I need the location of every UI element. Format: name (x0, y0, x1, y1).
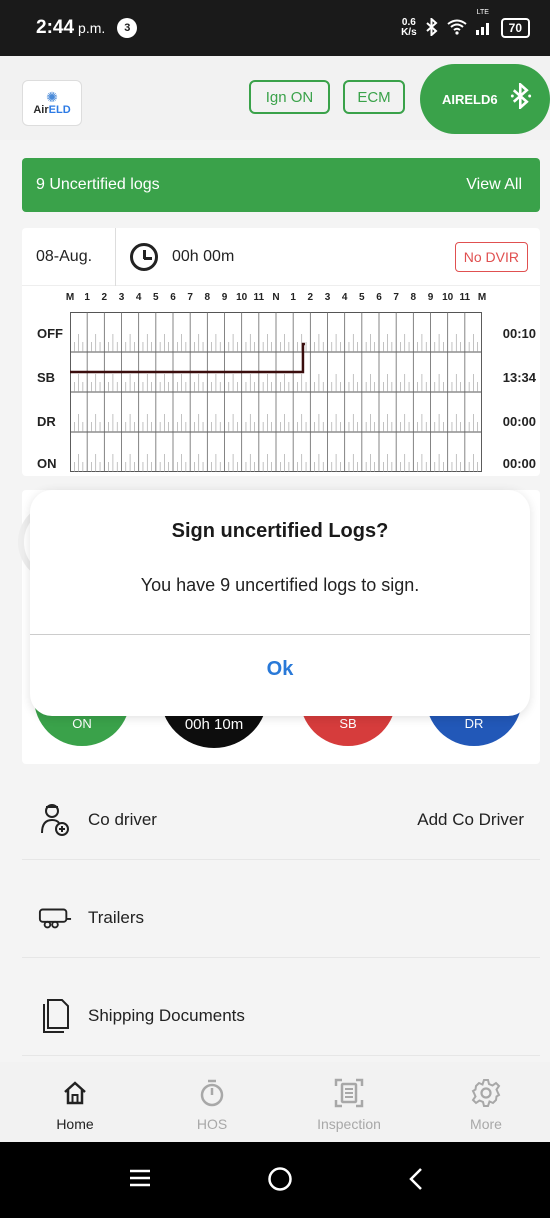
row-total-on: 00:00 (502, 456, 536, 471)
hour-label: 7 (187, 292, 193, 303)
hour-label: 4 (135, 292, 142, 303)
app-header: ✺ AirELD Ign ON ECM AIRELD6 (0, 56, 550, 140)
row-label-sb: SB (37, 370, 56, 385)
hour-label: 2 (307, 292, 314, 303)
eld-device-button[interactable]: AIRELD6 (420, 64, 550, 134)
uncertified-logs-text: 9 Uncertified logs (36, 176, 160, 193)
hour-label: 6 (170, 292, 176, 303)
dialog-ok-button[interactable]: Ok (30, 658, 530, 681)
hour-label: 3 (324, 292, 331, 303)
hour-label: 11 (253, 292, 265, 303)
net-speed: 0.6 K/s (401, 17, 417, 38)
battery-indicator: 70 (500, 18, 530, 38)
hour-label: M (65, 292, 75, 303)
trailers-label: Trailers (88, 907, 145, 927)
notification-badge: 3 (117, 18, 138, 38)
hour-label: 7 (393, 292, 399, 303)
hour-label: 6 (376, 292, 382, 303)
hour-label: 10 (442, 292, 454, 303)
nav-inspection[interactable]: Inspection (289, 1070, 409, 1132)
log-duration: 00h 00m (172, 247, 235, 265)
timer-icon (152, 1070, 272, 1116)
aireld-logo: ✺ AirELD (22, 80, 82, 126)
hour-label: 3 (118, 292, 125, 303)
home-circle-icon[interactable] (267, 1166, 293, 1197)
duty-off-time: 00h 10m (184, 716, 244, 733)
clock-icon (130, 242, 158, 271)
duty-sb-label: SB (339, 716, 357, 731)
back-icon[interactable] (406, 1166, 426, 1197)
nav-inspection-label: Inspection (317, 1116, 381, 1132)
co-driver-row[interactable]: Co driver Add Co Driver (22, 780, 540, 860)
hour-label: 4 (341, 292, 348, 303)
log-date: 08-Aug. (22, 227, 116, 286)
hour-label: 5 (153, 292, 159, 303)
daily-log-card[interactable]: 08-Aug. 00h 00m No DVIR M 1 2 3 4 5 6 7 8 9 10 11 N 1… (22, 227, 540, 476)
ecm-status-chip: ECM (343, 80, 405, 114)
status-time: 2:44 p.m. (36, 17, 106, 38)
nav-home[interactable]: Home (15, 1070, 135, 1132)
shipping-documents-row[interactable]: Shipping Documents (22, 976, 540, 1056)
sign-logs-dialog: Sign uncertified Logs? You have 9 uncert… (30, 490, 530, 716)
hour-label: 11 (459, 292, 471, 303)
menu-icon[interactable] (128, 1168, 152, 1193)
logo-mark-icon: ✺ (46, 89, 58, 105)
nav-hos-label: HOS (196, 1116, 228, 1132)
co-driver-icon (38, 803, 72, 837)
hour-labels: M 1 2 3 4 5 6 7 8 9 10 11 N 1 2 3 4 5 6 7 8 9 10 11 M (62, 292, 502, 306)
wifi-icon (447, 19, 467, 38)
inspection-icon (289, 1070, 409, 1116)
hour-label: 9 (427, 292, 434, 303)
trailer-icon (38, 901, 72, 935)
hour-label: 8 (410, 292, 417, 303)
gear-icon (426, 1070, 546, 1116)
cell-signal-icon: LTE (475, 9, 493, 39)
dvir-status-badge[interactable]: No DVIR (454, 241, 528, 272)
hour-label: 2 (101, 292, 108, 303)
hour-label: M (477, 292, 487, 303)
shipping-documents-label: Shipping Documents (88, 1005, 245, 1025)
row-total-sb: 13:34 (502, 370, 536, 385)
home-icon (15, 1070, 135, 1116)
hour-label: 1 (290, 292, 296, 303)
dialog-divider (30, 634, 530, 635)
bluetooth-icon (510, 81, 532, 115)
add-co-driver-link[interactable]: Add Co Driver (417, 810, 524, 830)
device-name: AIRELD6 (442, 91, 498, 107)
dialog-message: You have 9 uncertified logs to sign. (140, 575, 420, 595)
system-navigation-bar (0, 1142, 550, 1218)
uncertified-logs-banner[interactable]: 9 Uncertified logs View All (22, 158, 540, 212)
nav-more[interactable]: More (426, 1070, 546, 1132)
co-driver-label: Co driver (88, 809, 157, 829)
row-label-off: OFF (37, 326, 63, 341)
row-total-off: 00:10 (502, 326, 536, 341)
hour-label: 1 (84, 292, 90, 303)
nav-hos[interactable]: HOS (152, 1070, 272, 1132)
duty-dr-label: DR (464, 716, 484, 731)
view-all-link[interactable]: View All (466, 176, 522, 194)
duty-on-label: ON (72, 716, 92, 731)
log-grid (70, 312, 482, 472)
bottom-navigation: Home HOS Inspection More (0, 1062, 550, 1142)
dialog-title: Sign uncertified Logs? (171, 520, 389, 542)
trailers-row[interactable]: Trailers (22, 878, 540, 958)
nav-more-label: More (470, 1116, 502, 1132)
hour-label: 9 (221, 292, 228, 303)
status-bar: 2:44 p.m. 3 0.6 K/s LTE 70 (0, 0, 550, 56)
hour-label: N (272, 292, 280, 303)
row-label-dr: DR (37, 414, 56, 429)
document-icon (38, 998, 72, 1033)
hour-label: 8 (204, 292, 211, 303)
ignition-status-chip: Ign ON (249, 80, 330, 114)
bluetooth-status-icon (425, 16, 439, 39)
nav-home-label: Home (56, 1116, 94, 1132)
row-label-on: ON (37, 456, 57, 471)
hour-label: 10 (236, 292, 248, 303)
hour-label: 5 (359, 292, 365, 303)
row-total-dr: 00:00 (502, 414, 536, 429)
